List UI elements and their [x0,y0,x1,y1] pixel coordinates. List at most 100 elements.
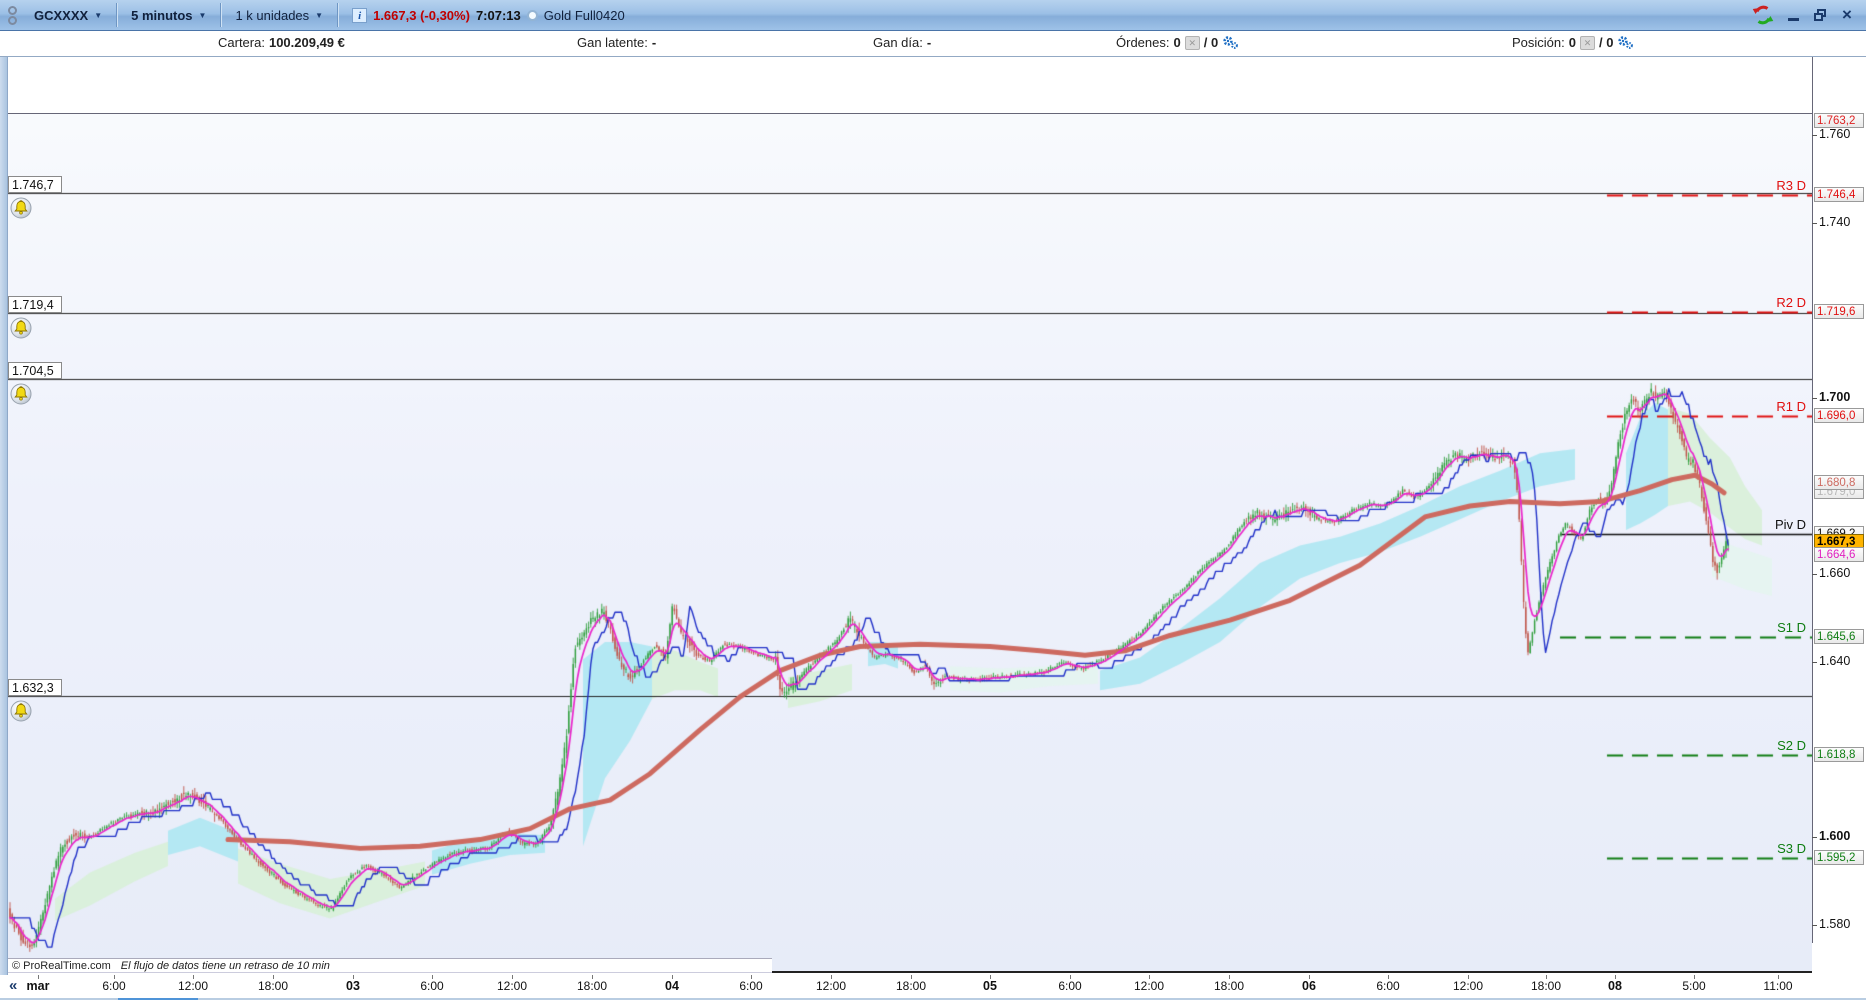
chevron-down-icon: ▼ [198,10,207,20]
restore-button[interactable] [1811,6,1829,24]
pivot-price-tag: 1.595,2 [1814,850,1864,866]
cartera-value: 100.209,49 € [268,35,345,50]
price-axis-tick [1812,398,1817,400]
refresh-sync-icon[interactable] [1751,3,1775,27]
alarm-bell-icon[interactable] [10,700,32,727]
clock: 7:07:13 [475,7,521,23]
price-axis-label: 1.600 [1819,829,1851,844]
copyright-text: © ProRealTime.com [12,959,111,972]
time-axis-label: 18:00 [576,979,608,993]
orders-list-icon[interactable]: ✕ [1184,35,1200,50]
time-axis-label: 6:00 [102,979,126,993]
chevron-down-icon: ▼ [315,10,324,20]
ordenes-extra: / 0 [1203,35,1219,50]
alert-price-label[interactable]: 1.719,4 [8,296,62,314]
close-button[interactable]: × [1838,5,1856,24]
time-axis-label: 6:00 [1376,979,1400,993]
scroll-back-button[interactable]: « [9,977,17,994]
timeframe-label: 5 minutos [131,7,193,23]
chart-stage: 1.760 1.740 1.700 1.660 1.640 1.600 1.580 R3 D… [0,57,1866,1000]
time-axis-label: 11:00 [1763,979,1793,993]
pivot-level-label: S3 D [1777,841,1806,857]
position-status: Posición: 0 ✕ / 0 [1512,35,1634,50]
ordenes-label: Órdenes: [1116,35,1170,50]
pivot-level-label: R2 D [1776,295,1806,311]
time-axis-label: 12:00 [496,979,528,993]
chart-toolbar: GCXXXX ▼ 5 minutos ▼ 1 k unidades ▼ i 1.… [0,0,1866,31]
alarm-bell-icon[interactable] [10,383,32,410]
pivot-level-label: Piv D [1774,516,1806,532]
time-axis-label: 6:00 [739,979,763,993]
pivot-price-tag: 1.618,8 [1814,746,1864,762]
time-axis-label: 12:00 [1452,979,1484,993]
symbol-label: GCXXXX [34,7,89,23]
price-axis-label: 1.760 [1819,127,1851,141]
units-dropdown[interactable]: 1 k unidades ▼ [221,0,337,30]
price-tag: 1.664,6 [1814,547,1864,563]
price-tag: 1.763,2 [1814,112,1864,128]
latent-gain-status: Gan latente: - [577,35,656,50]
copyright-band: © ProRealTime.com El flujo de datos tien… [8,958,772,973]
time-axis-label: 05 [983,979,997,993]
last-price-change: 1.667,3 (-0,30%) [373,7,470,23]
window-controls: × [1751,3,1866,27]
price-axis-label: 1.700 [1819,390,1851,405]
pivot-level-label: S2 D [1777,737,1806,753]
time-axis-label: 08 [1608,979,1622,993]
position-list-icon[interactable]: ✕ [1579,35,1595,50]
chart-canvas[interactable] [8,113,1812,973]
gan-latente-label: Gan latente: [577,35,648,50]
pivot-level-label: R1 D [1776,398,1806,414]
day-gain-status: Gan día: - [873,35,931,50]
pivot-price-tag: 1.719,6 [1814,304,1864,320]
pivot-price-tag: 1.696,0 [1814,407,1864,423]
position-settings-gear-icon[interactable] [1617,35,1634,50]
time-axis-label: 5:00 [1682,979,1706,993]
price-axis-label: 1.640 [1819,653,1851,668]
minimize-button[interactable] [1784,6,1802,24]
orders-status: Órdenes: 0 ✕ / 0 [1116,35,1239,50]
time-axis-label: 6:00 [420,979,444,993]
portfolio-status: Cartera: 100.209,49 € [218,35,345,50]
chevron-down-icon: ▼ [94,10,103,20]
posicion-extra: / 0 [1598,35,1614,50]
price-axis-tick [1812,837,1817,839]
ordenes-count: 0 [1173,35,1181,50]
quote-group: i 1.667,3 (-0,30%) 7:07:13 Gold Full0420 [338,0,639,30]
time-axis-label: 12:00 [815,979,847,993]
gan-latente-value: - [651,35,657,50]
orders-settings-gear-icon[interactable] [1222,35,1239,50]
left-dock-strip [0,57,8,1000]
time-axis-label: 12:00 [177,979,209,993]
pivot-level-label: S1 D [1777,620,1806,636]
alarm-bell-icon[interactable] [10,197,32,224]
price-axis-tick [1812,925,1817,927]
alert-price-label[interactable]: 1.632,3 [8,678,62,696]
time-axis-label: 06 [1302,979,1316,993]
feed-status-icon [526,9,538,21]
drag-grip-icon[interactable] [8,4,20,26]
price-axis-label: 1.660 [1819,566,1851,580]
price-axis-tick [1812,574,1817,575]
gan-dia-label: Gan día: [873,35,923,50]
alert-price-label[interactable]: 1.704,5 [8,361,62,379]
prorealtime-window: GCXXXX ▼ 5 minutos ▼ 1 k unidades ▼ i 1.… [0,0,1866,1000]
posicion-label: Posición: [1512,35,1565,50]
price-axis-label: 1.740 [1819,214,1851,229]
time-axis[interactable]: « mar 6:00 12:00 18:00 03 6:00 12:00 18:00 04 6:0… [0,975,1866,998]
time-axis-label: 04 [665,979,679,993]
alarm-bell-icon[interactable] [10,317,32,344]
pivot-level-label: R3 D [1776,177,1806,193]
symbol-dropdown[interactable]: GCXXXX ▼ [20,0,116,30]
account-status-bar: Cartera: 100.209,49 € Gan latente: - Gan… [0,31,1866,57]
alert-price-label[interactable]: 1.746,7 [8,176,62,194]
cartera-label: Cartera: [218,35,265,50]
time-axis-label: 18:00 [1530,979,1562,993]
feed-name: Gold Full0420 [543,7,625,23]
time-axis-label: 18:00 [257,979,289,993]
time-axis-label: 12:00 [1133,979,1165,993]
timeframe-dropdown[interactable]: 5 minutos ▼ [117,0,220,30]
info-icon[interactable]: i [352,7,368,23]
posicion-count: 0 [1568,35,1576,50]
price-axis-tick [1812,661,1817,663]
